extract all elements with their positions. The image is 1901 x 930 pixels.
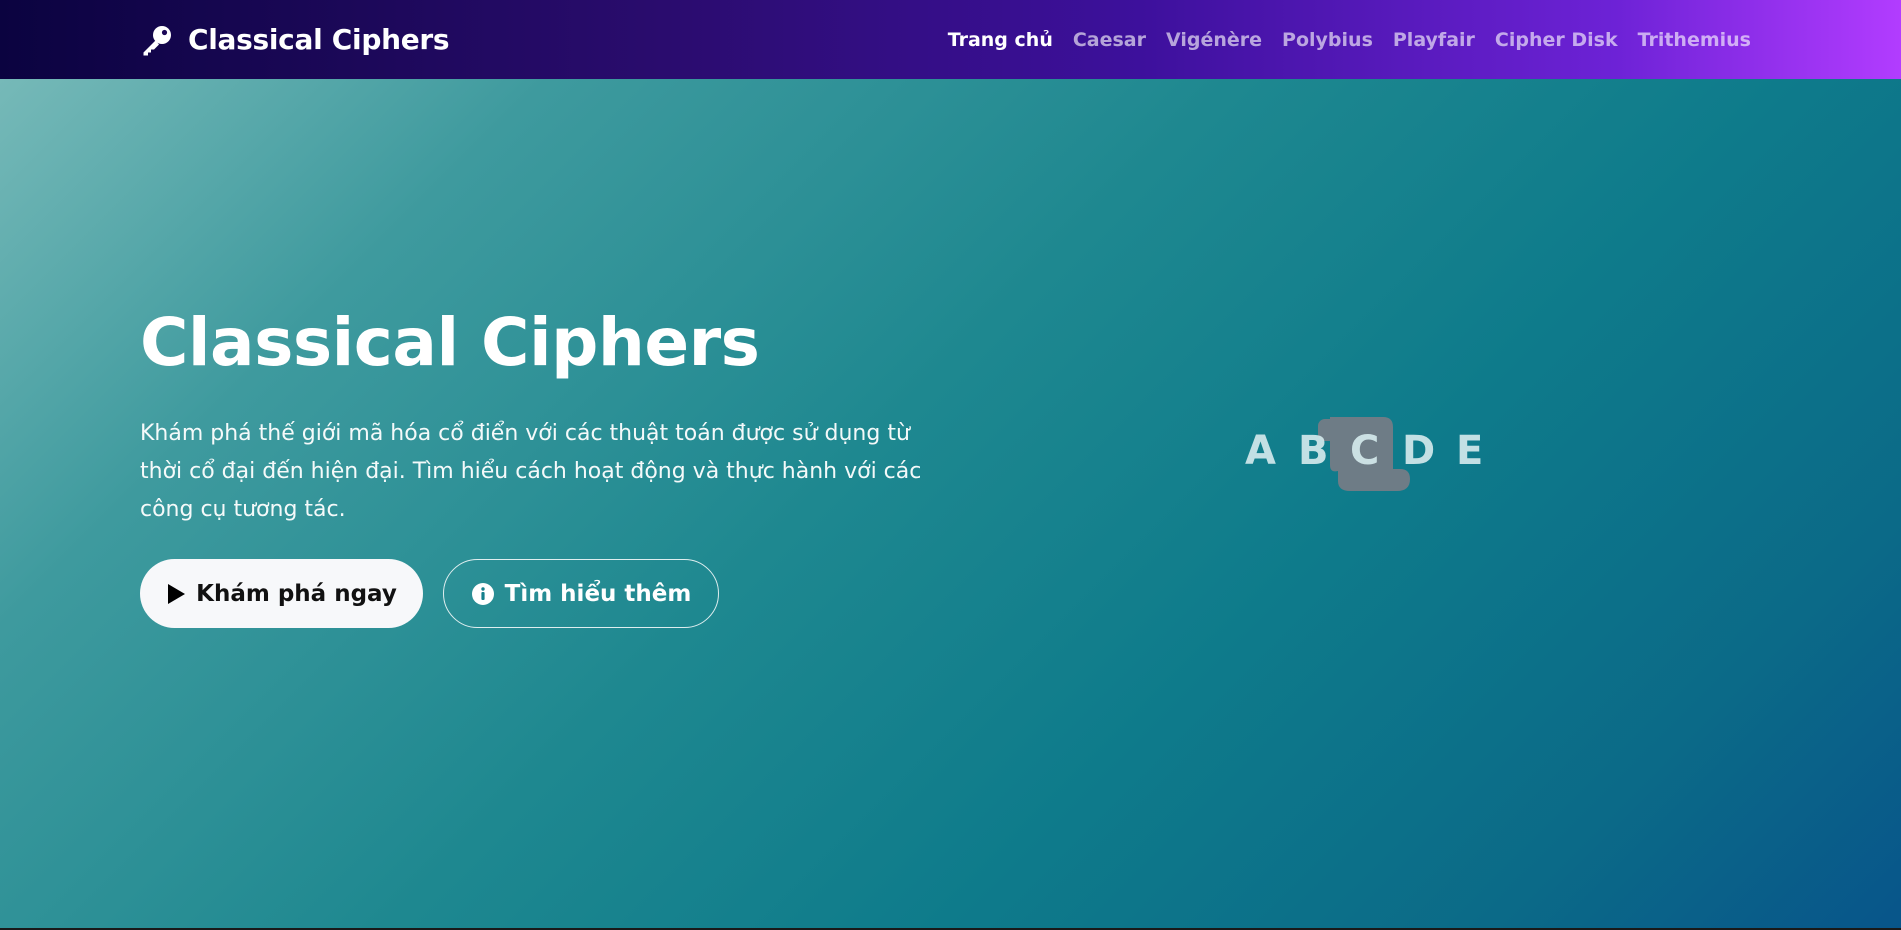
brand-name: Classical Ciphers — [188, 23, 450, 56]
info-icon — [471, 582, 495, 606]
brand-link[interactable]: Classical Ciphers — [140, 0, 450, 79]
play-icon — [166, 583, 186, 605]
cipher-letter-e: E — [1456, 428, 1484, 474]
learn-more-button[interactable]: Tìm hiểu thêm — [443, 559, 719, 628]
cipher-illustration: A B C D E — [1240, 399, 1490, 509]
top-navbar: Classical Ciphers Trang chủ Caesar Vigén… — [0, 0, 1901, 79]
hero-title: Classical Ciphers — [140, 304, 760, 381]
nav-link-home[interactable]: Trang chủ — [948, 29, 1053, 51]
nav-links: Trang chủ Caesar Vigénère Polybius Playf… — [948, 0, 1751, 79]
hero-description: Khám phá thế giới mã hóa cổ điển với các… — [140, 421, 922, 522]
nav-link-vigenere[interactable]: Vigénère — [1166, 29, 1262, 51]
cipher-letter-b: B — [1298, 428, 1329, 474]
learn-more-label: Tìm hiểu thêm — [504, 580, 692, 607]
cipher-letter-a: A — [1245, 428, 1276, 474]
nav-link-caesar[interactable]: Caesar — [1073, 29, 1146, 51]
key-icon — [140, 23, 174, 57]
cipher-letter-d: D — [1402, 428, 1436, 474]
nav-link-polybius[interactable]: Polybius — [1282, 29, 1373, 51]
nav-link-playfair[interactable]: Playfair — [1393, 29, 1475, 51]
cipher-letter-c: C — [1350, 428, 1380, 474]
explore-now-label: Khám phá ngay — [196, 580, 397, 607]
explore-now-button[interactable]: Khám phá ngay — [140, 559, 423, 628]
nav-link-trithemius[interactable]: Trithemius — [1638, 29, 1751, 51]
hero-section: Classical Ciphers Khám phá thế giới mã h… — [0, 79, 1901, 928]
nav-link-cipher-disk[interactable]: Cipher Disk — [1495, 29, 1618, 51]
